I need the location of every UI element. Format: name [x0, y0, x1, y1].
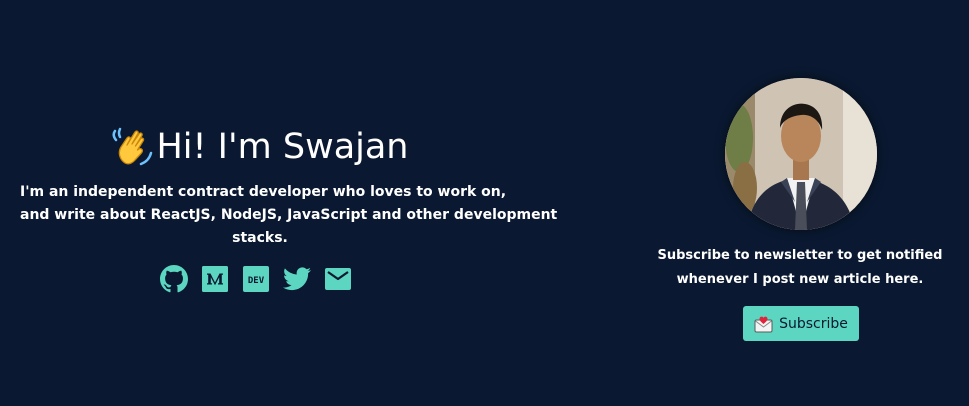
subscribe-button-label: Subscribe	[779, 315, 848, 332]
dev-icon: DEV	[243, 266, 269, 292]
hero-section: Hi! I'm Swajan I'm an independent contra…	[0, 0, 558, 406]
avatar	[725, 78, 877, 230]
twitter-icon	[283, 267, 311, 291]
greeting-text: Hi! I'm Swajan	[156, 127, 409, 167]
newsletter-line: whenever I post new article here.	[676, 272, 924, 287]
bio-line: I'm an independent contract developer wh…	[20, 184, 507, 200]
email-icon	[325, 268, 351, 290]
bio-line: and write about ReactJS, NodeJS, JavaScr…	[20, 207, 558, 223]
email-link[interactable]	[324, 265, 352, 293]
bio-text: I'm an independent contract developer wh…	[20, 181, 558, 250]
hero-heading: Hi! I'm Swajan	[0, 124, 520, 170]
profile-photo	[725, 78, 877, 230]
newsletter-line: Subscribe to newsletter to get notified	[657, 248, 943, 263]
newsletter-text: Subscribe to newsletter to get notified …	[640, 244, 960, 292]
twitter-link[interactable]	[283, 265, 311, 293]
medium-link[interactable]	[201, 265, 229, 293]
dev-icon-label: DEV	[248, 276, 265, 286]
subscribe-button[interactable]: Subscribe	[743, 306, 859, 341]
envelope-with-heart-icon	[754, 316, 773, 332]
medium-icon	[202, 266, 228, 292]
waving-hand-icon	[112, 127, 153, 166]
github-icon	[160, 265, 188, 293]
newsletter-section: Subscribe to newsletter to get notified …	[640, 0, 960, 406]
social-links: DEV	[160, 263, 352, 295]
dev-link[interactable]: DEV	[242, 265, 270, 293]
bio-line: stacks.	[232, 230, 288, 246]
landing-page: Hi! I'm Swajan I'm an independent contra…	[0, 0, 969, 406]
github-link[interactable]	[160, 265, 188, 293]
